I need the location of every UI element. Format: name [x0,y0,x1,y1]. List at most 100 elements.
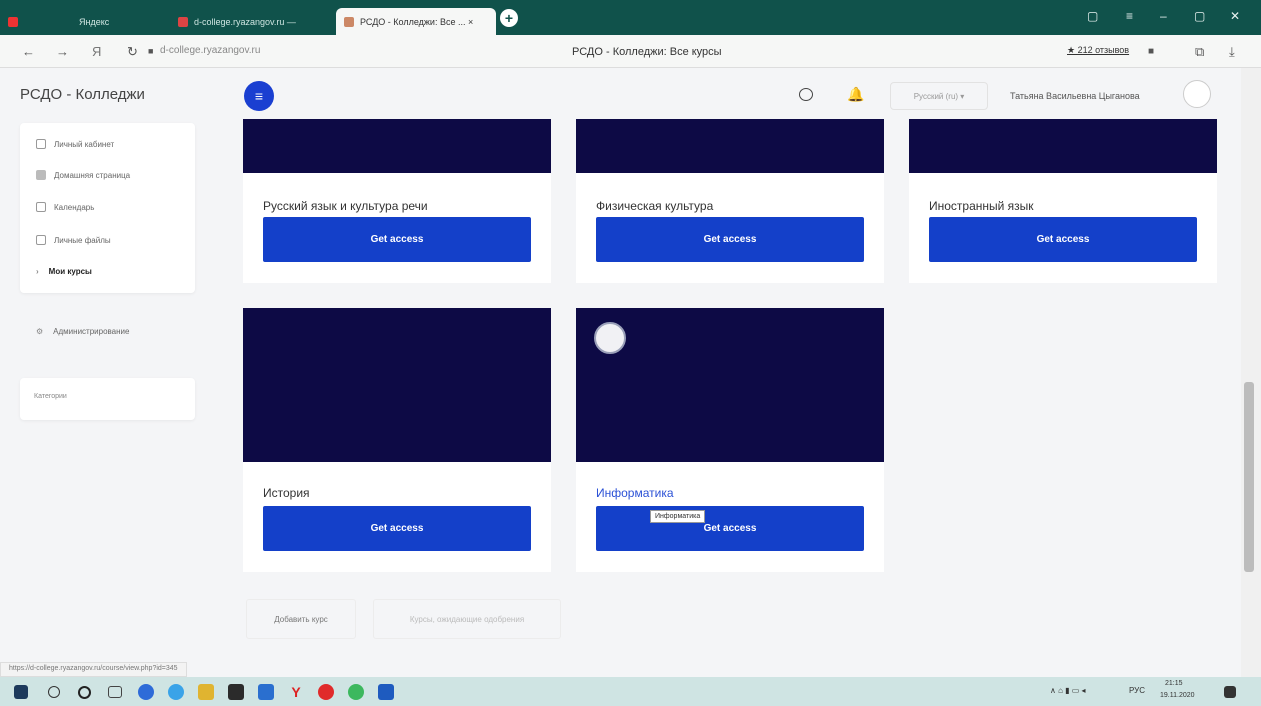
mail-icon[interactable] [258,684,274,700]
chevron-right-icon: › [36,266,39,276]
course-tooltip: Информатика [650,510,706,523]
sidebar-item-label: Личные файлы [54,235,111,245]
word-icon[interactable] [378,684,394,700]
course-image[interactable] [909,119,1217,173]
course-image[interactable] [243,308,551,462]
notifications-icon[interactable]: 🔔 [847,86,864,103]
user-name[interactable]: Татьяна Васильевна Цыганова [1010,91,1140,101]
sidebar-item-dashboard[interactable]: Личный кабинет [36,137,114,151]
course-name[interactable]: Иностранный язык [929,199,1034,213]
reader-icon[interactable]: ■ [1148,46,1154,57]
yandex-icon [8,16,18,27]
tab-yandex[interactable]: Яндекс [0,8,165,35]
status-url: https://d-college.ryazangov.ru/course/vi… [0,662,187,677]
sidebar-item-home[interactable]: Домашняя страница [36,168,130,182]
get-access-button[interactable]: Get access [596,506,864,551]
course-name[interactable]: Физическая культура [596,199,713,213]
messages-icon[interactable] [799,88,813,101]
course-image[interactable] [576,119,884,173]
clock-time[interactable]: 21:15 [1165,680,1183,687]
reload-icon[interactable]: ↻ [127,44,138,60]
browser-icon[interactable] [138,684,154,700]
download-icon[interactable]: ⤓ [1229,44,1235,60]
files-icon [36,235,46,245]
avatar[interactable] [1183,80,1211,108]
close-icon[interactable]: ✕ [1230,9,1240,23]
browser-tab-bar: Яндекс d-college.ryazangov.ru — РСДО - К… [0,0,1261,35]
sidebar-item-calendar[interactable]: Календарь [36,200,94,214]
page-icon [178,16,188,27]
course-image[interactable] [243,119,551,173]
course-card: Русский язык и культура речи Get access [243,119,551,283]
lock-icon: ■ [148,46,154,56]
search-icon[interactable] [48,686,60,698]
sidebar-item-label: Домашняя страница [54,170,131,180]
forward-icon[interactable]: → [56,44,69,59]
categories-label[interactable]: Категории [34,393,67,400]
task-view-icon[interactable] [108,686,122,698]
admin-block: ⚙ Администрирование [20,310,195,354]
yandex-logo-icon[interactable]: Я [92,44,101,59]
extensions-icon[interactable]: ⧉ [1195,44,1204,60]
notification-center-icon[interactable] [1224,686,1236,698]
store-icon[interactable] [228,684,244,700]
get-access-button[interactable]: Get access [263,217,531,262]
scrollbar-track[interactable] [1241,68,1261,678]
tab-rsdo[interactable]: РСДО - Колледжи: Все ... × [336,8,496,35]
sidebar-item-files[interactable]: Личные файлы [36,233,111,247]
sidebar-item-admin[interactable]: ⚙ Администрирование [36,324,129,338]
course-card: История Get access [243,308,551,572]
course-card: Информатика Get access [576,308,884,572]
reviews-link[interactable]: ★ 212 отзывов [1067,45,1129,56]
cortana-icon[interactable] [78,686,91,699]
pending-courses-button[interactable]: Курсы, ожидающие одобрения [373,599,561,639]
yandex-icon[interactable]: Y [288,684,304,700]
minimize-icon[interactable]: – [1160,9,1167,23]
course-card: Иностранный язык Get access [909,119,1217,283]
home-icon [36,170,46,180]
opera-icon[interactable] [318,684,334,700]
tab-label: Яндекс [79,16,110,27]
page-title: РСДО - Колледжи: Все курсы [572,46,722,58]
calendar-icon [36,202,46,212]
menu-icon[interactable]: ≡ [1126,9,1133,23]
clock-date[interactable]: 19.11.2020 [1160,692,1195,699]
new-tab-button[interactable]: + [500,9,518,27]
url-field[interactable]: d-college.ryazangov.ru [160,45,260,56]
collections-icon[interactable]: ▢ [1087,9,1098,23]
language-select[interactable]: Русский (ru) ▾ [890,82,988,110]
address-bar: ← → Я ↻ ■ d-college.ryazangov.ru РСДО - … [0,35,1261,68]
tab-label: РСДО - Колледжи: Все ... × [360,16,474,27]
course-name[interactable]: Информатика [596,486,674,500]
get-access-button[interactable]: Get access [263,506,531,551]
drawer-toggle-button[interactable]: ≡ [244,81,274,111]
back-icon[interactable]: ← [22,44,35,59]
explorer-icon[interactable] [198,684,214,700]
dashboard-icon [36,139,46,149]
chrome-icon[interactable] [348,684,364,700]
tray-icons[interactable]: ∧ ⌂ ▮ ▭ ◂ [1050,686,1086,695]
input-language[interactable]: РУС [1129,686,1145,695]
navigation-block: Личный кабинет Домашняя страница Календа… [20,123,195,293]
windows-start-icon[interactable] [14,685,28,699]
add-course-button[interactable]: Добавить курс [246,599,356,639]
gear-icon: ⚙ [36,326,44,336]
course-image[interactable] [576,308,884,462]
tab-label: d-college.ryazangov.ru — [194,16,296,27]
sidebar-item-label: Администрирование [53,326,130,336]
sidebar-item-label: Личный кабинет [54,139,115,149]
course-name[interactable]: Русский язык и культура речи [263,199,428,213]
get-access-button[interactable]: Get access [929,217,1197,262]
course-name[interactable]: История [263,486,310,500]
tab-college[interactable]: d-college.ryazangov.ru — [170,8,330,35]
sidebar-item-label: Мои курсы [48,266,92,276]
maximize-icon[interactable]: ▢ [1194,9,1205,23]
edge-icon[interactable] [168,684,184,700]
sidebar-item-my-courses[interactable]: › Мои курсы [36,264,92,278]
get-access-button[interactable]: Get access [596,217,864,262]
site-icon [344,16,354,27]
site-brand[interactable]: РСДО - Колледжи [20,86,145,103]
cursor-highlight [594,322,626,354]
scrollbar-thumb[interactable] [1244,382,1254,572]
course-card: Физическая культура Get access [576,119,884,283]
